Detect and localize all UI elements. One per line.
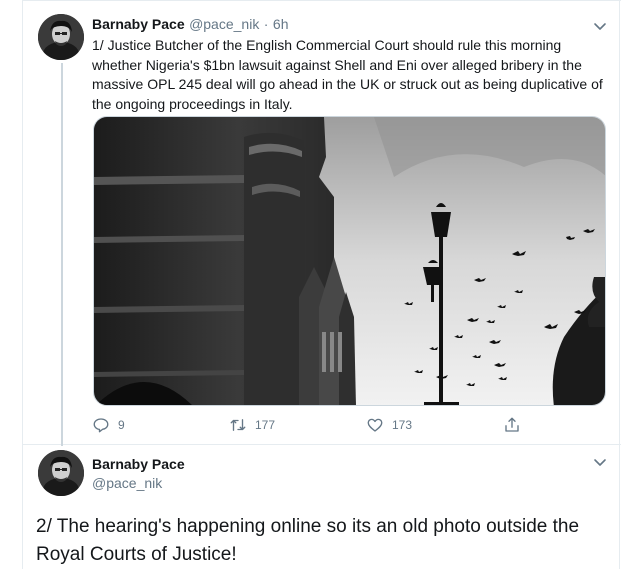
chevron-down-icon[interactable] [592,18,608,34]
tweet-header: Barnaby Pace @pace_nik · 6h [92,16,288,34]
retweet-icon [230,419,246,431]
reply-button[interactable]: 9 [92,414,125,436]
like-button[interactable]: 173 [366,414,412,436]
author-name[interactable]: Barnaby Pace [92,16,185,32]
chevron-down-icon[interactable] [592,454,608,470]
avatar[interactable] [38,450,84,496]
reply-count: 9 [118,418,125,432]
reply-icon [93,418,109,433]
share-icon [505,417,519,432]
timeline-frame: Barnaby Pace @pace_nik · 6h 1/ Justice B… [22,0,621,569]
tweet-actions: 9 177 173 [92,414,522,436]
author-handle[interactable]: @pace_nik [92,475,162,491]
tweet-time[interactable]: 6h [273,16,289,32]
author-name[interactable]: Barnaby Pace [92,456,185,472]
share-button[interactable] [503,414,521,436]
like-count: 173 [392,418,413,432]
tweet-2[interactable]: Barnaby Pace @pace_nik 2/ The hearing's … [23,446,621,569]
tweet-1[interactable]: Barnaby Pace @pace_nik · 6h 1/ Justice B… [23,0,621,446]
author-handle[interactable]: @pace_nik [189,16,259,32]
retweet-count: 177 [255,418,276,432]
tweet-photo[interactable] [93,116,606,406]
retweet-button[interactable]: 177 [229,414,275,436]
avatar[interactable] [38,14,84,60]
tweet-text: 2/ The hearing's happening online so its… [36,516,580,565]
header-separator: · [263,16,269,32]
tweet-text: 1/ Justice Butcher of the English Commer… [92,37,603,112]
thread-connector-line [61,63,63,446]
heart-icon [367,418,383,432]
